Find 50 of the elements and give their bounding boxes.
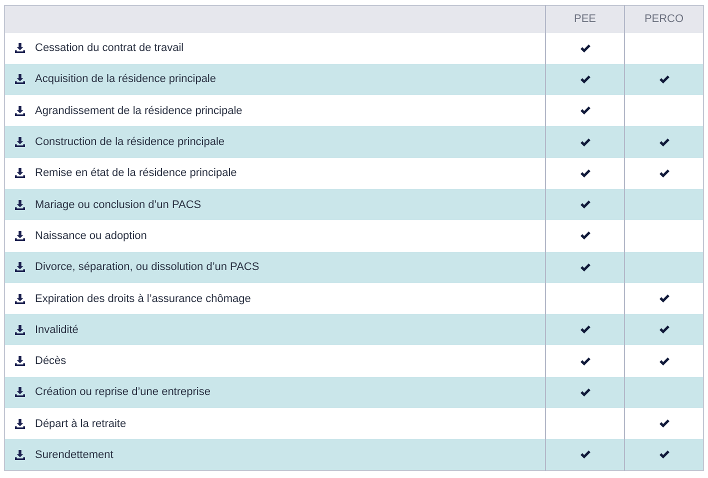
row-label: Départ à la retraite (35, 418, 126, 430)
row-label: Construction de la résidence principale (35, 136, 225, 148)
checkmark-icon (580, 325, 590, 334)
download-icon (15, 324, 25, 335)
checkmark-icon (658, 356, 670, 366)
row-label: Acquisition de la résidence principale (35, 73, 216, 86)
checkmark-icon (580, 200, 590, 210)
row-label: Remise en état de la résidence principale (35, 167, 237, 180)
download-icon (15, 200, 25, 210)
checkmark-icon (580, 356, 590, 366)
download-icon (15, 294, 25, 304)
checkmark-icon (580, 388, 590, 397)
row-label: Expiration des droits à l’assurance chômage (35, 292, 251, 305)
checkmark-icon (580, 106, 590, 116)
download-icon (15, 450, 25, 460)
checkmark-icon (580, 138, 590, 147)
download-icon (15, 74, 25, 84)
checkmark-icon (580, 262, 590, 272)
column-header: PERCO (624, 6, 704, 32)
download-icon (15, 137, 25, 148)
download-icon (15, 230, 25, 241)
checkmark-icon (580, 44, 590, 53)
row-label: Agrandissement de la résidence principale (35, 104, 242, 117)
download-icon (15, 262, 25, 272)
download-icon (15, 387, 25, 398)
download-icon (15, 418, 25, 429)
column-header: PEE (546, 6, 624, 32)
checkmark-icon (580, 231, 590, 240)
checkmark-icon (580, 74, 590, 84)
checkmark-icon (658, 294, 670, 304)
download-icon (15, 168, 25, 178)
checkmark-icon (658, 450, 670, 460)
row-label: Surendettement (35, 448, 114, 461)
checkmark-icon (658, 138, 670, 147)
row-label: Mariage ou conclusion d’un PACS (35, 198, 202, 211)
row-label: Invalidité (35, 324, 78, 336)
checkmark-icon (658, 168, 670, 178)
row-label: Divorce, séparation, ou dissolution d’un PACS (35, 261, 260, 274)
checkmark-icon (658, 419, 670, 428)
row-label: Naissance ou adoption (35, 230, 147, 242)
download-icon (15, 106, 25, 116)
row-label: Cessation du contrat de travail (35, 42, 184, 54)
checkmark-icon (658, 325, 670, 334)
checkmark-icon (658, 74, 670, 84)
download-icon (15, 356, 25, 366)
checkmark-icon (580, 450, 590, 460)
checkmark-icon (580, 168, 590, 178)
download-icon (15, 43, 25, 54)
row-label: Décès (35, 355, 66, 368)
row-label: Création ou reprise d’une entreprise (35, 386, 210, 398)
